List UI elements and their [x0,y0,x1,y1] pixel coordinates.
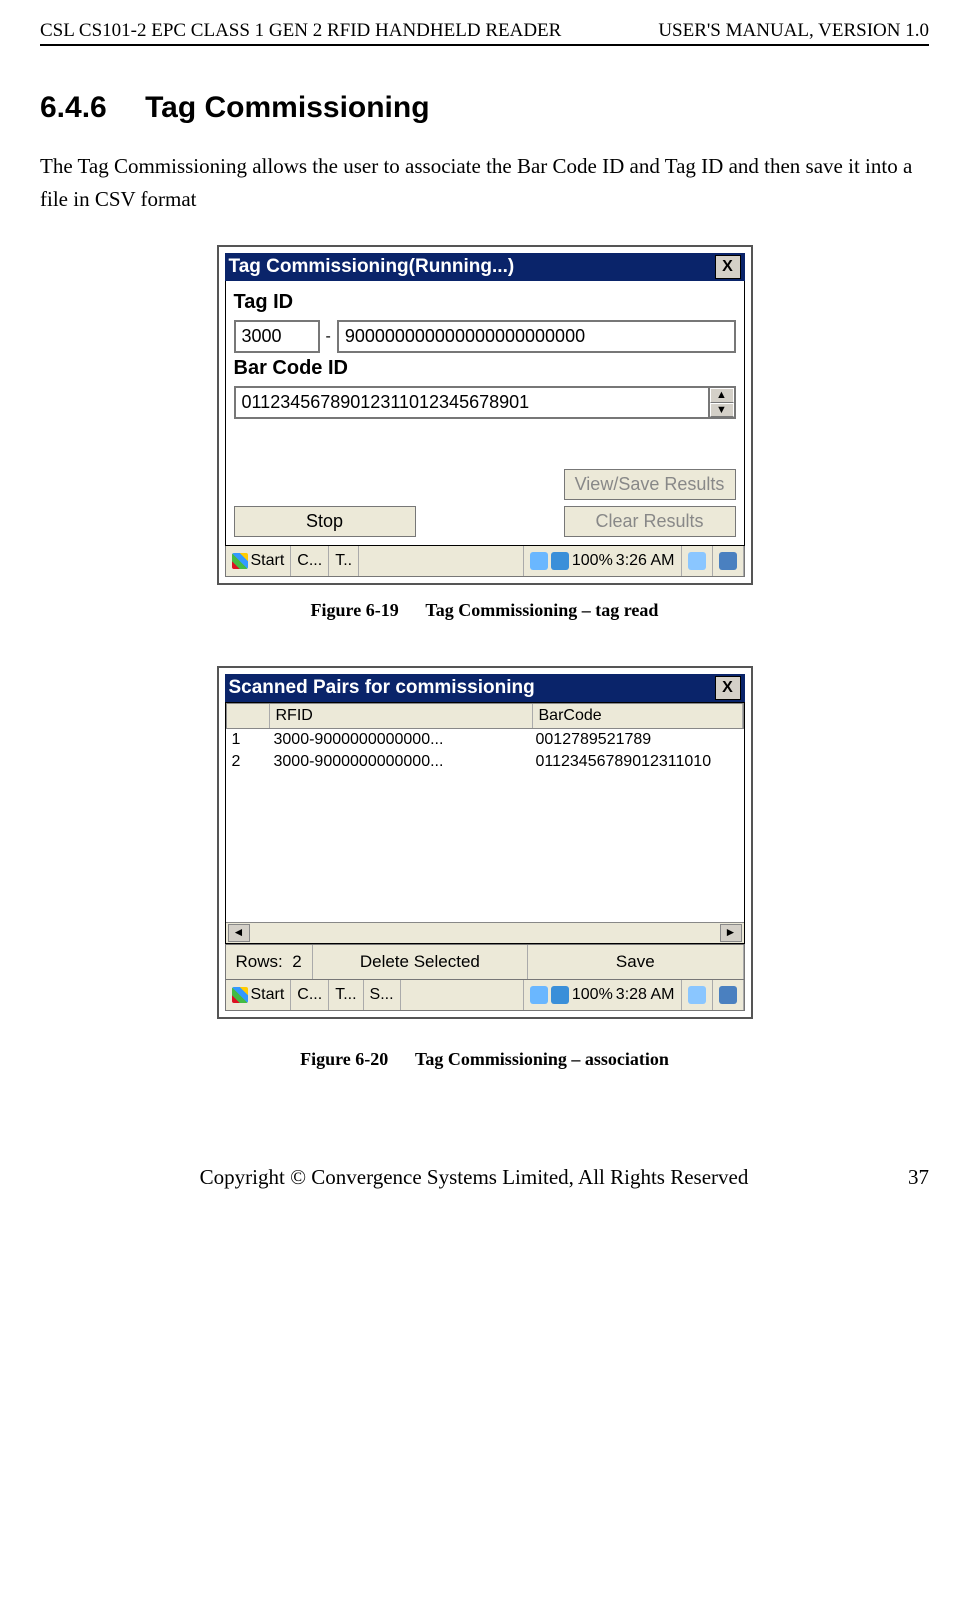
rows-count: 2 [292,952,301,972]
dialog-scanned-pairs: Scanned Pairs for commissioning X RFID B… [217,666,753,1019]
clock-text: 3:28 AM [616,986,675,1004]
row-barcode: 01123456789012311010 [530,751,744,773]
desktop-icon [688,552,706,570]
figure-1-caption: Figure 6-19 Tag Commissioning – tag read [40,600,929,621]
figure-1: Tag Commissioning(Running...) X Tag ID 3… [40,245,929,621]
taskbar-app-c[interactable]: C... [291,980,329,1010]
copyright: Copyright © Convergence Systems Limited,… [40,1165,908,1190]
network-icon [530,986,548,1004]
barcode-input-wrapper: 01123456789012311012345678901 ▲ ▼ [234,386,736,419]
page-footer: Copyright © Convergence Systems Limited,… [0,1165,969,1190]
row-barcode: 0012789521789 [530,729,744,751]
tag-id-value-input[interactable]: 900000000000000000000000 [337,320,736,353]
desktop-icon [688,986,706,1004]
start-label: Start [251,986,285,1004]
section-number: 6.4.6 [40,91,107,124]
caption-text: Tag Commissioning – association [415,1049,669,1069]
row-rfid: 3000-9000000000000... [268,751,530,773]
col-index[interactable] [227,704,270,728]
spinner-up-icon[interactable]: ▲ [710,388,734,403]
scroll-right-icon[interactable]: ► [720,924,742,942]
rows-label-text: Rows: [236,952,283,972]
stop-button[interactable]: Stop [234,506,416,537]
keyboard-icon [719,986,737,1004]
close-icon[interactable]: X [715,676,741,700]
taskbar-app-s[interactable]: S... [364,980,401,1010]
taskbar-icon-b[interactable] [713,546,744,576]
taskbar-spacer [401,980,524,1010]
battery-icon [551,552,569,570]
titlebar[interactable]: Tag Commissioning(Running...) X [225,253,745,281]
taskbar-app-c[interactable]: C... [291,546,329,576]
network-icon [530,552,548,570]
battery-icon [551,986,569,1004]
list-area: RFID BarCode 1 3000-9000000000000... 001… [225,702,745,944]
view-save-results-button: View/Save Results [564,469,736,500]
clear-results-button: Clear Results [564,506,736,537]
windows-logo-icon [232,553,248,569]
row-rfid: 3000-9000000000000... [268,729,530,751]
battery-text: 100% [572,986,613,1004]
barcode-label: Bar Code ID [234,357,736,380]
dash: - [326,328,331,346]
horizontal-scrollbar[interactable]: ◄ ► [226,922,744,943]
dialog-tag-commissioning: Tag Commissioning(Running...) X Tag ID 3… [217,245,753,585]
scroll-left-icon[interactable]: ◄ [228,924,250,942]
page-header: CSL CS101-2 EPC CLASS 1 GEN 2 RFID HANDH… [40,20,929,46]
battery-text: 100% [572,552,613,570]
tag-id-prefix-input[interactable]: 3000 [234,320,320,353]
taskbar-spacer [359,546,524,576]
start-button[interactable]: Start [226,980,292,1010]
barcode-input[interactable]: 01123456789012311012345678901 [236,388,708,417]
titlebar[interactable]: Scanned Pairs for commissioning X [225,674,745,702]
dialog-title: Scanned Pairs for commissioning [229,677,535,699]
taskbar-icon-b[interactable] [713,980,744,1010]
figure-2: Scanned Pairs for commissioning X RFID B… [40,666,929,1070]
row-index: 2 [226,751,268,773]
rows-label: Rows: 2 [226,945,313,979]
caption-num: Figure 6-20 [300,1049,388,1069]
bottom-bar: Rows: 2 Delete Selected Save [225,944,745,980]
save-button[interactable]: Save [528,945,743,979]
header-right: USER'S MANUAL, VERSION 1.0 [658,20,929,42]
clock-text: 3:26 AM [616,552,675,570]
figure-2-caption: Figure 6-20 Tag Commissioning – associat… [40,1049,929,1070]
delete-selected-button[interactable]: Delete Selected [313,945,528,979]
section-heading: 6.4.6 Tag Commissioning [40,91,929,125]
close-icon[interactable]: X [715,255,741,279]
section-title: Tag Commissioning [145,91,429,124]
dialog-title: Tag Commissioning(Running...) [229,256,515,278]
table-row[interactable]: 2 3000-9000000000000... 0112345678901231… [226,751,744,773]
taskbar-icon-a[interactable] [682,546,713,576]
col-barcode[interactable]: BarCode [533,704,743,728]
caption-num: Figure 6-19 [311,600,399,620]
start-button[interactable]: Start [226,546,292,576]
table-row[interactable]: 1 3000-9000000000000... 0012789521789 [226,729,744,751]
list-header: RFID BarCode [226,703,744,729]
taskbar: Start C... T... S... 100% 3:28 AM [225,980,745,1011]
intro-paragraph: The Tag Commissioning allows the user to… [40,150,929,215]
taskbar-app-t[interactable]: T... [329,980,363,1010]
keyboard-icon [719,552,737,570]
taskbar-tray: 100% 3:28 AM [524,980,682,1010]
row-index: 1 [226,729,268,751]
barcode-spinner[interactable]: ▲ ▼ [708,388,734,417]
page-number: 37 [908,1165,929,1190]
caption-text: Tag Commissioning – tag read [425,600,658,620]
spinner-down-icon[interactable]: ▼ [710,403,734,418]
tag-id-label: Tag ID [234,291,736,314]
header-left: CSL CS101-2 EPC CLASS 1 GEN 2 RFID HANDH… [40,20,561,42]
taskbar-app-t[interactable]: T.. [329,546,359,576]
taskbar-icon-a[interactable] [682,980,713,1010]
col-rfid[interactable]: RFID [270,704,533,728]
start-label: Start [251,552,285,570]
windows-logo-icon [232,987,248,1003]
taskbar: Start C... T.. 100% 3:26 AM [225,546,745,577]
taskbar-tray: 100% 3:26 AM [524,546,682,576]
